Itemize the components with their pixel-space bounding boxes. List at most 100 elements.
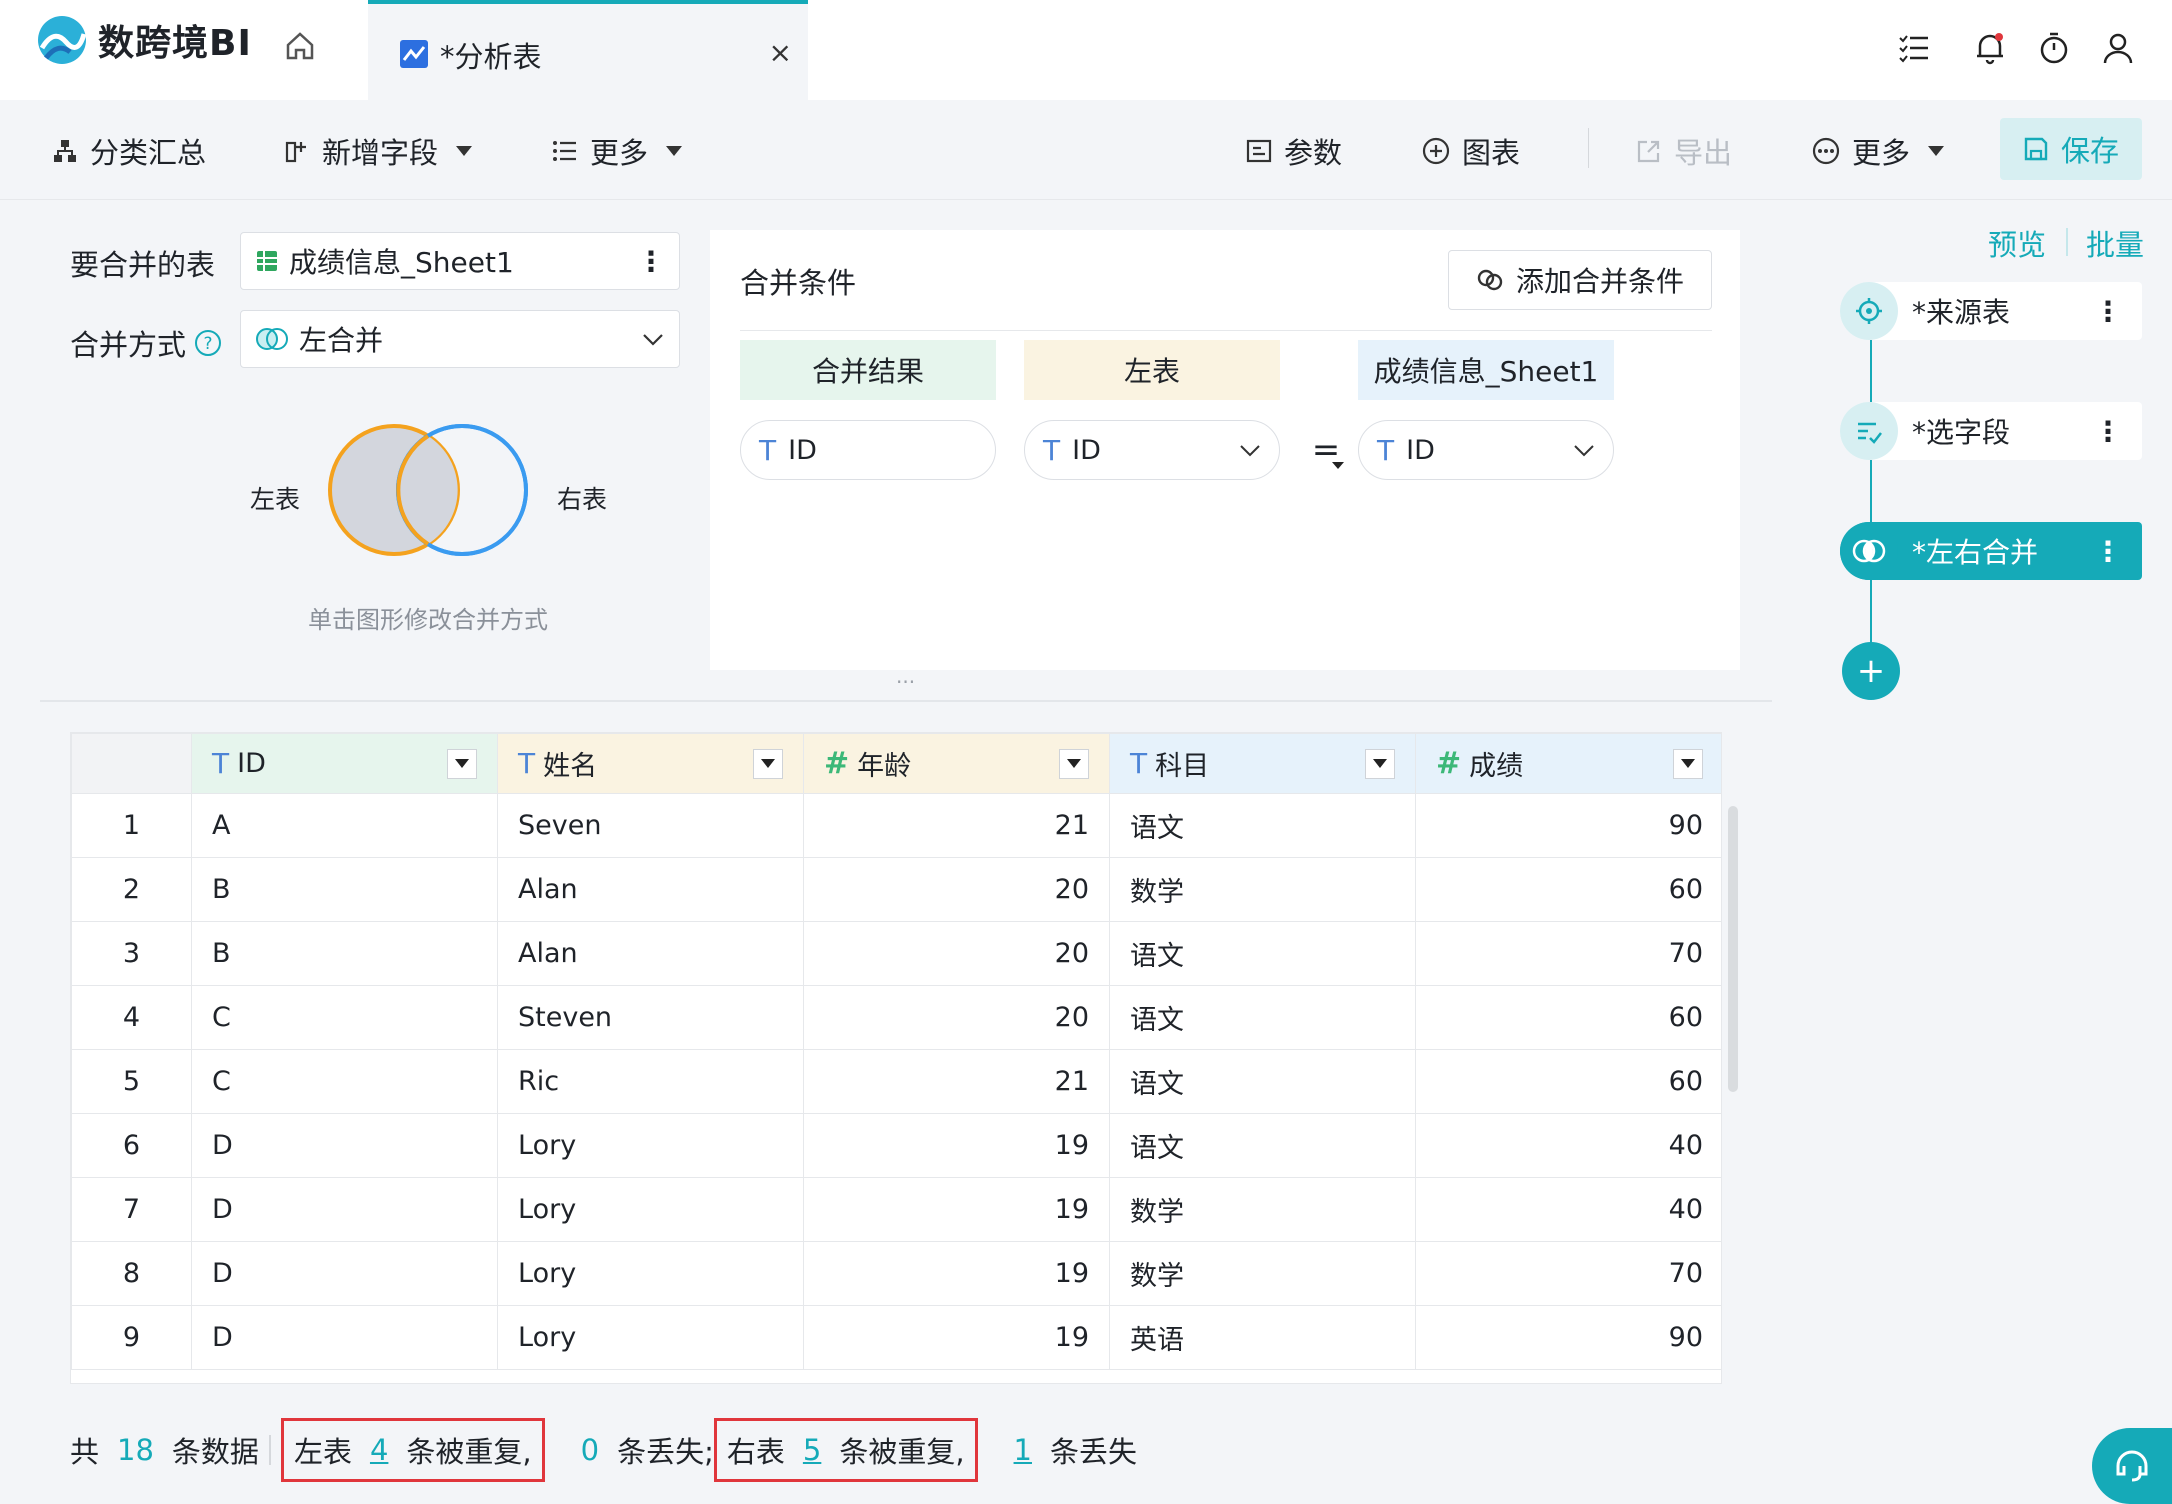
column-header[interactable]: # 成绩 (1415, 733, 1721, 794)
merge-mode-label: 合并方式 (70, 328, 187, 362)
table-cell: Alan (497, 857, 804, 922)
add-step-button[interactable]: + (1842, 642, 1900, 700)
text-type-icon: T (759, 433, 777, 467)
table-row[interactable]: 4 C Steven 20 语文 60 (71, 985, 1721, 1050)
chart-button[interactable]: 图表 (1422, 130, 1520, 172)
number-type-icon: # (824, 746, 850, 781)
column-header[interactable]: T 姓名 (497, 733, 804, 794)
hierarchy-icon (54, 140, 76, 162)
more-menu-right[interactable]: 更多 (1812, 130, 1945, 172)
step-source-table[interactable]: *来源表 ⋮ (1840, 282, 2142, 340)
operator-select[interactable]: = (1308, 430, 1344, 470)
task-list-icon[interactable] (1896, 30, 1932, 66)
column-header[interactable]: T ID (191, 733, 498, 794)
table-cell: 60 (1415, 857, 1721, 922)
more-menu-left[interactable]: 更多 (552, 130, 683, 172)
table-row[interactable]: 3 B Alan 20 语文 70 (71, 921, 1721, 986)
brand-logo: 数跨境BI (36, 14, 252, 66)
table-header-row: T ID T 姓名 # 年龄 T 科目 # 成绩 (71, 733, 1721, 794)
table-row[interactable]: 8 D Lory 19 数学 70 (71, 1241, 1721, 1306)
preview-link[interactable]: 预览 (1988, 222, 2046, 264)
table-cell: Ric (497, 1049, 804, 1114)
venn-diagram[interactable] (322, 418, 540, 562)
close-icon[interactable]: × (769, 36, 792, 69)
kebab-menu-icon[interactable]: ⋮ (2094, 295, 2122, 328)
filter-dropdown-icon[interactable] (753, 748, 783, 779)
kebab-menu-icon[interactable]: ⋮ (2094, 415, 2122, 448)
add-field-button[interactable]: 新增字段 (284, 130, 473, 172)
text-type-icon: T (1043, 433, 1061, 467)
column-label: 姓名 (543, 751, 598, 782)
caret-down-icon (666, 146, 683, 156)
merge-mode-select[interactable]: 左合并 (240, 310, 680, 368)
table-cell: Seven (497, 793, 804, 858)
kebab-menu-icon[interactable]: ⋮ (637, 245, 665, 278)
data-table: T ID T 姓名 # 年龄 T 科目 # 成绩 1 A Seven 21 语文 90 2 B Alan 2… (71, 733, 1721, 1370)
step-select-fields[interactable]: *选字段 ⋮ (1840, 402, 2142, 460)
right-field-select[interactable]: T ID (1358, 420, 1614, 480)
params-label: 参数 (1284, 136, 1343, 170)
conditions-title: 合并条件 (740, 266, 857, 300)
panel-splitter[interactable] (40, 700, 1772, 702)
help-icon[interactable]: ? (194, 329, 222, 357)
add-condition-button[interactable]: 添加合并条件 (1448, 250, 1712, 310)
chat-support-button[interactable] (2092, 1428, 2172, 1504)
merge-table-select[interactable]: 成绩信息_Sheet1 ⋮ (240, 232, 680, 290)
column-header[interactable]: # 年龄 (803, 733, 1110, 794)
more-label-right: 更多 (1852, 136, 1911, 170)
divider (268, 1435, 271, 1465)
export-label: 导出 (1674, 136, 1733, 170)
merge-conditions-panel: 合并条件 添加合并条件 合并结果 左表 成绩信息_Sheet1 T ID T I… (710, 230, 1740, 670)
home-icon[interactable] (282, 28, 318, 64)
batch-link[interactable]: 批量 (2086, 222, 2144, 264)
table-row[interactable]: 5 C Ric 21 语文 60 (71, 1049, 1721, 1114)
column-header[interactable]: T 科目 (1109, 733, 1416, 794)
right-dup-link[interactable]: 5 (803, 1433, 821, 1467)
chart-label: 图表 (1462, 136, 1521, 170)
export-button[interactable]: 导出 (1636, 130, 1732, 172)
step-left-right-merge[interactable]: *左右合并 ⋮ (1840, 522, 2142, 580)
table-row[interactable]: 1 A Seven 21 语文 90 (71, 793, 1721, 858)
toolbar: 分类汇总 新增字段 更多 参数 图表 导出 更多 (0, 100, 2172, 200)
bell-icon[interactable] (1972, 30, 2008, 66)
kebab-menu-icon[interactable]: ⋮ (2094, 535, 2122, 568)
table-cell: D (191, 1305, 498, 1370)
table-cell: B (191, 921, 498, 986)
table-row[interactable]: 6 D Lory 19 语文 40 (71, 1113, 1721, 1178)
filter-dropdown-icon[interactable] (1059, 748, 1089, 779)
dup-suffix: 条被重复, (839, 1435, 965, 1469)
filter-dropdown-icon[interactable] (1673, 748, 1703, 779)
timer-icon[interactable] (2036, 30, 2072, 66)
table-cell: 英语 (1109, 1305, 1416, 1370)
filter-dropdown-icon[interactable] (1365, 748, 1395, 779)
table-cell: 语文 (1109, 985, 1416, 1050)
group-summary-button[interactable]: 分类汇总 (52, 130, 206, 172)
left-field-select[interactable]: T ID (1024, 420, 1280, 480)
result-field-chip[interactable]: T ID (740, 420, 996, 480)
text-type-icon: T (518, 747, 536, 780)
params-button[interactable]: 参数 (1246, 130, 1342, 172)
table-row[interactable]: 7 D Lory 19 数学 40 (71, 1177, 1721, 1242)
chat-icon (2116, 1450, 2148, 1482)
row-index-cell: 4 (71, 985, 192, 1050)
save-button[interactable]: 保存 (2000, 118, 2142, 180)
row-index-cell: 9 (71, 1305, 192, 1370)
table-cell: 19 (803, 1241, 1110, 1306)
right-col-header: 成绩信息_Sheet1 (1358, 340, 1614, 400)
left-dup-link[interactable]: 4 (370, 1433, 388, 1467)
table-cell: 90 (1415, 793, 1721, 858)
left-lost-count: 0 (580, 1433, 600, 1467)
chart-line-icon (400, 40, 428, 68)
table-cell: 40 (1415, 1177, 1721, 1242)
table-row[interactable]: 2 B Alan 20 数学 60 (71, 857, 1721, 922)
right-lost-link[interactable]: 1 (1014, 1433, 1032, 1467)
save-icon (2024, 137, 2048, 161)
filter-dropdown-icon[interactable] (447, 748, 477, 779)
splitter-handle[interactable]: ··· (896, 670, 915, 694)
venn-hint: 单击图形修改合并方式 (308, 606, 548, 634)
table-row[interactable]: 9 D Lory 19 英语 90 (71, 1305, 1721, 1370)
data-grid: T ID T 姓名 # 年龄 T 科目 # 成绩 1 A Seven 21 语文 90 2 B Alan 2… (70, 732, 1722, 1384)
grid-scrollbar[interactable] (1728, 806, 1738, 1092)
tab-analysis[interactable]: *分析表 × (368, 0, 808, 100)
user-icon[interactable] (2100, 30, 2136, 66)
